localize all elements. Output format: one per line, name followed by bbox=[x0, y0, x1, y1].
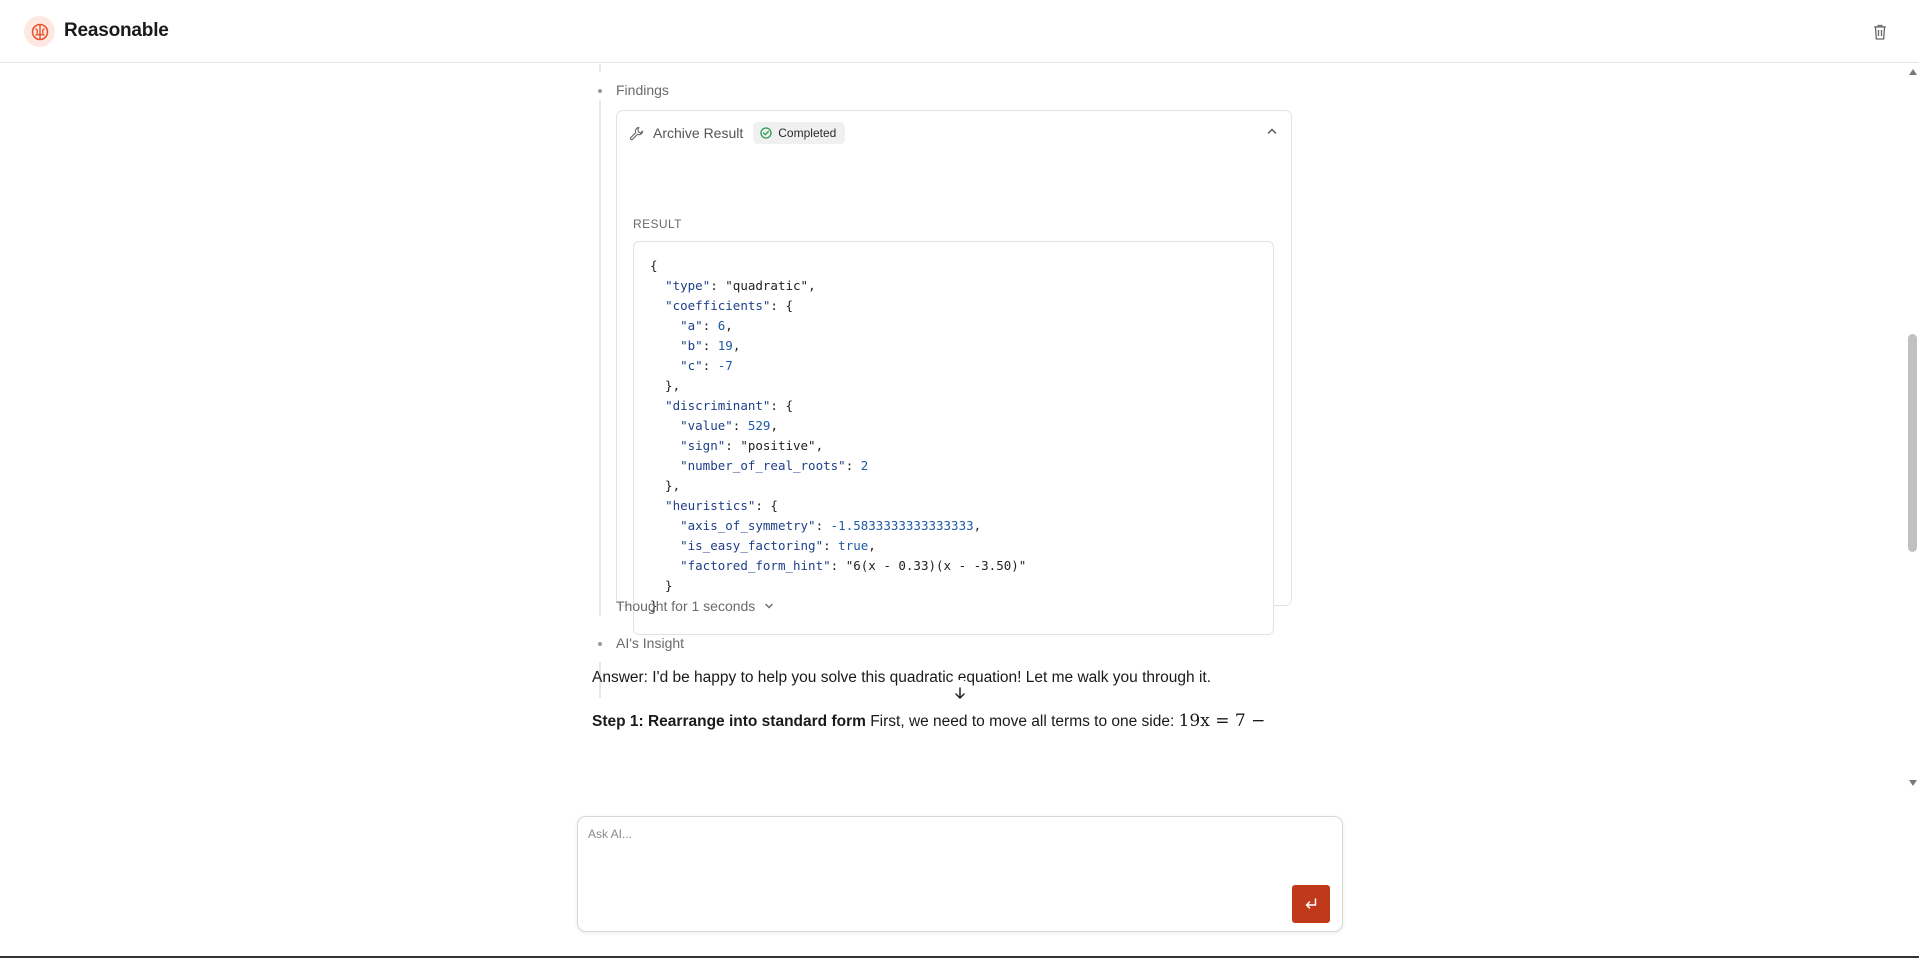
scroll-up-arrow[interactable] bbox=[1909, 69, 1917, 75]
findings-label: Findings bbox=[616, 82, 669, 98]
chevron-up-icon[interactable] bbox=[1265, 124, 1279, 138]
result-code-block: { "type": "quadratic", "coefficients": {… bbox=[633, 241, 1274, 635]
thought-label: Thought for 1 seconds bbox=[616, 598, 756, 614]
enter-icon bbox=[1305, 898, 1317, 909]
step-1: Step 1: Rearrange into standard form Fir… bbox=[592, 711, 1265, 731]
timeline-line bbox=[599, 100, 601, 616]
card-title: Archive Result bbox=[653, 125, 744, 141]
status-text: Completed bbox=[778, 126, 837, 140]
app-name: Reasonable bbox=[64, 20, 169, 41]
scroll-down-button[interactable] bbox=[947, 680, 973, 706]
timeline-bullet bbox=[598, 642, 602, 646]
app-header: Reasonable bbox=[0, 0, 1919, 63]
composer bbox=[577, 816, 1343, 932]
step-1-title: Step 1: Rearrange into standard form bbox=[592, 713, 866, 730]
scroll-down-arrow[interactable] bbox=[1909, 780, 1917, 786]
result-label: RESULT bbox=[633, 217, 682, 231]
check-circle-icon bbox=[760, 127, 772, 139]
trash-icon[interactable] bbox=[1870, 22, 1890, 42]
card-header[interactable]: Archive Result Completed bbox=[629, 121, 846, 145]
step-1-math: 19x = 7 − bbox=[1178, 711, 1266, 731]
scrollbar[interactable] bbox=[1906, 64, 1919, 792]
thought-toggle[interactable]: Thought for 1 seconds bbox=[616, 598, 775, 614]
send-button[interactable] bbox=[1292, 885, 1330, 923]
wrench-icon bbox=[629, 125, 645, 141]
insight-label: AI's Insight bbox=[616, 635, 685, 651]
json-code: { "type": "quadratic", "coefficients": {… bbox=[650, 258, 1027, 613]
chevron-down-icon bbox=[765, 603, 774, 609]
answer-text: Answer: I'd be happy to help you solve t… bbox=[592, 669, 1212, 686]
step-1-text: First, we need to move all terms to one … bbox=[865, 713, 1179, 730]
scrollbar-thumb[interactable] bbox=[1908, 334, 1917, 552]
brain-icon bbox=[24, 16, 55, 47]
status-badge: Completed bbox=[753, 122, 846, 144]
ask-ai-input[interactable] bbox=[588, 827, 1328, 887]
timeline-bullet bbox=[598, 89, 602, 93]
timeline-line bbox=[599, 64, 601, 72]
archive-result-card: Archive Result Completed RESULT { "type"… bbox=[616, 110, 1292, 635]
arrow-down-icon bbox=[955, 687, 965, 700]
